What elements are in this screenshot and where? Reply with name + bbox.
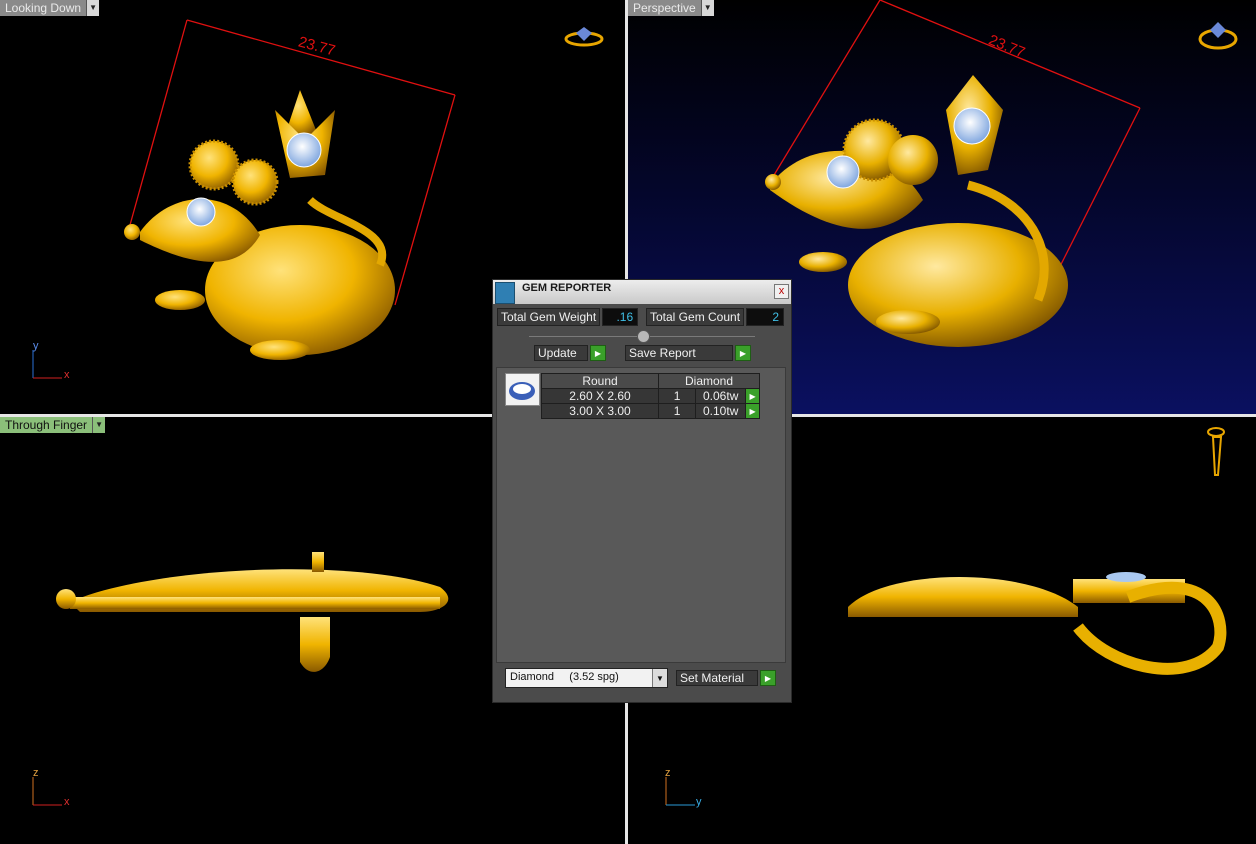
chevron-down-icon[interactable]: ▼ <box>700 0 714 16</box>
gem-weight-cell: 0.10tw <box>695 403 747 419</box>
total-gem-count: Total Gem Count 2 <box>646 308 785 326</box>
gem-qty-cell: 1 <box>657 388 697 404</box>
total-gem-weight: Total Gem Weight .16 <box>497 308 639 326</box>
material-select-value: Diamond (3.52 spg) <box>510 671 619 683</box>
total-gem-weight-value: .16 <box>602 308 639 326</box>
chevron-down-icon[interactable]: ▼ <box>652 669 667 687</box>
slider-handle[interactable] <box>637 330 650 343</box>
gem-weight-cell: 0.06tw <box>695 388 747 404</box>
set-material-button[interactable]: Set Material ▶ <box>676 670 776 686</box>
axis-y-label: y <box>33 340 39 352</box>
set-material-button-label: Set Material <box>676 670 758 686</box>
viewport-label[interactable]: Looking Down ▼ <box>0 0 100 16</box>
play-arrow-icon[interactable]: ▶ <box>735 345 751 361</box>
axis-x-label: x <box>64 369 70 381</box>
column-header-shape: Round <box>541 373 659 389</box>
gem-reporter-logo-icon <box>495 282 515 304</box>
axis-z-label: z <box>33 767 39 779</box>
viewport-label-text: Looking Down <box>0 0 87 16</box>
gem-table: Round Diamond 2.60 X 2.60 1 0.06tw ▶ 3.0… <box>541 373 760 419</box>
total-gem-count-label: Total Gem Count <box>646 308 745 326</box>
viewport-label-text: Through Finger <box>0 417 93 433</box>
save-report-button-label: Save Report <box>625 345 733 361</box>
axis-x-label: x <box>64 796 70 808</box>
dimension-line <box>186 19 456 96</box>
axis-z-label: z <box>665 767 671 779</box>
gem-qty-cell: 1 <box>657 403 697 419</box>
play-arrow-icon[interactable]: ▶ <box>760 670 776 686</box>
save-report-button[interactable]: Save Report ▶ <box>625 345 751 361</box>
total-gem-count-value: 2 <box>746 308 785 326</box>
gem-list-panel: Round Diamond 2.60 X 2.60 1 0.06tw ▶ 3.0… <box>496 367 786 663</box>
gem-reporter-dialog: GEM REPORTER x Total Gem Weight .16 Tota… <box>492 279 792 703</box>
total-gem-weight-label: Total Gem Weight <box>497 308 601 326</box>
chevron-down-icon[interactable]: ▼ <box>92 417 106 433</box>
chevron-down-icon[interactable]: ▼ <box>86 0 100 16</box>
axis-y-label: y <box>696 796 702 808</box>
table-header-row: Round Diamond <box>541 373 760 389</box>
dialog-titlebar[interactable]: GEM REPORTER x <box>493 280 791 304</box>
viewport-label-text: Perspective <box>628 0 701 16</box>
play-arrow-icon[interactable]: ▶ <box>745 403 760 419</box>
viewport-label[interactable]: Through Finger ▼ <box>0 417 106 433</box>
update-button[interactable]: Update ▶ <box>534 345 606 361</box>
update-button-label: Update <box>534 345 588 361</box>
gem-size-cell: 2.60 X 2.60 <box>541 388 659 404</box>
gem-size-cell: 3.00 X 3.00 <box>541 403 659 419</box>
play-arrow-icon[interactable]: ▶ <box>745 388 760 404</box>
play-arrow-icon[interactable]: ▶ <box>590 345 606 361</box>
viewport-label[interactable]: Perspective ▼ <box>628 0 714 16</box>
round-gem-icon[interactable] <box>505 373 540 406</box>
dialog-title: GEM REPORTER <box>522 282 612 294</box>
table-row[interactable]: 3.00 X 3.00 1 0.10tw ▶ <box>541 403 760 419</box>
column-header-material: Diamond <box>658 373 760 389</box>
close-button[interactable]: x <box>774 284 789 299</box>
material-select[interactable]: Diamond (3.52 spg) ▼ <box>505 668 668 688</box>
table-row[interactable]: 2.60 X 2.60 1 0.06tw ▶ <box>541 388 760 404</box>
